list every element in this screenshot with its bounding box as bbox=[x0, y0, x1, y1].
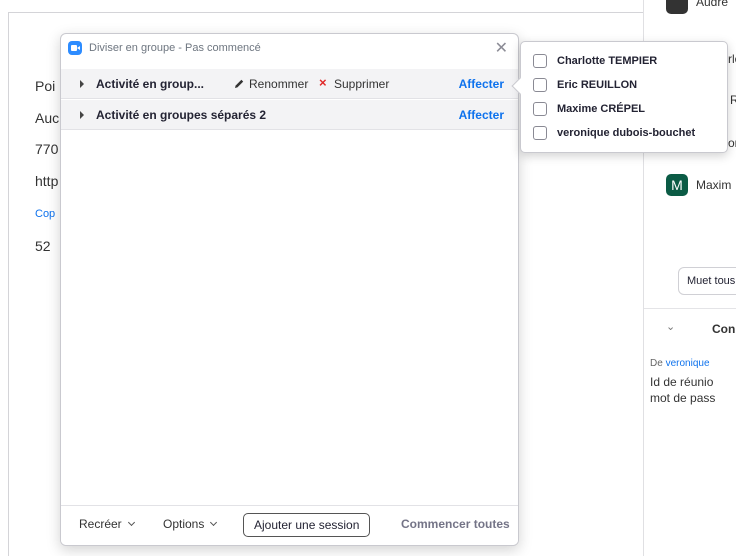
participant-checkbox-item[interactable]: veronique dubois-bouchet bbox=[533, 123, 695, 143]
chat-from-label: De veronique bbox=[650, 358, 710, 369]
participant-name: Eric REUILLON bbox=[557, 79, 638, 91]
assign-button[interactable]: Affecter bbox=[459, 108, 504, 122]
participant-name: rlo bbox=[728, 52, 736, 66]
participant-name: Maxim bbox=[696, 178, 732, 192]
bg-text-line: Poi bbox=[35, 78, 56, 94]
dialog-titlebar[interactable]: Diviser en groupe - Pas commencé ✕ bbox=[61, 34, 518, 64]
room-name: Activité en groupes séparés 2 bbox=[96, 108, 267, 122]
delete-x-icon[interactable]: × bbox=[319, 75, 327, 90]
breakout-rooms-dialog: Diviser en groupe - Pas commencé ✕ Activ… bbox=[60, 33, 519, 546]
zoom-app-icon bbox=[68, 41, 82, 55]
checkbox[interactable] bbox=[533, 78, 547, 92]
expand-caret-icon[interactable] bbox=[80, 111, 84, 119]
from-prefix: De bbox=[650, 358, 663, 369]
participant-checkbox-item[interactable]: Eric REUILLON bbox=[533, 75, 637, 95]
bg-text-line: Auc bbox=[35, 110, 60, 126]
room-name: Activité en group... bbox=[96, 77, 205, 91]
avatar: M bbox=[666, 174, 688, 196]
assign-participants-popup: Charlotte TEMPIER Eric REUILLON Maxime C… bbox=[511, 41, 728, 153]
participant-name: veronique dubois-bouchet bbox=[557, 127, 696, 139]
checkbox[interactable] bbox=[533, 54, 547, 68]
recreate-label: Recréer bbox=[79, 517, 122, 531]
pencil-icon[interactable] bbox=[233, 78, 245, 90]
from-name[interactable]: veronique bbox=[666, 358, 710, 369]
chevron-down-icon[interactable]: ⌄ bbox=[666, 320, 675, 333]
chat-header: Con bbox=[712, 322, 736, 336]
bg-copy-link[interactable]: Cop bbox=[35, 208, 55, 220]
chat-message-line: mot de pass bbox=[650, 391, 716, 405]
participant-name: Audre bbox=[696, 0, 729, 9]
checkbox[interactable] bbox=[533, 126, 547, 140]
options-label: Options bbox=[163, 517, 205, 531]
expand-caret-icon[interactable] bbox=[80, 80, 84, 88]
close-icon[interactable]: ✕ bbox=[495, 38, 508, 58]
participant-name: R bbox=[730, 93, 736, 107]
room-row[interactable]: Activité en groupes séparés 2 Affecter bbox=[61, 100, 518, 130]
participant-name: on bbox=[728, 136, 736, 150]
rename-button[interactable]: Renommer bbox=[249, 77, 308, 91]
checkbox[interactable] bbox=[533, 102, 547, 116]
participant-name: Charlotte TEMPIER bbox=[557, 55, 658, 67]
delete-button[interactable]: Supprimer bbox=[334, 77, 389, 91]
chevron-down-icon bbox=[210, 518, 218, 527]
participant-checkbox-item[interactable]: Charlotte TEMPIER bbox=[533, 51, 657, 71]
bg-text-line: http bbox=[35, 173, 59, 189]
participant-name: Maxime CRÉPEL bbox=[557, 103, 646, 115]
chevron-down-icon bbox=[127, 518, 135, 527]
bg-text-line: 770 bbox=[35, 141, 59, 157]
options-dropdown[interactable]: Options bbox=[163, 517, 218, 531]
room-row[interactable]: Activité en group... Renommer × Supprime… bbox=[61, 69, 518, 99]
bg-text-line: 52 bbox=[35, 238, 51, 254]
participant-checkbox-item[interactable]: Maxime CRÉPEL bbox=[533, 99, 645, 119]
recreate-dropdown[interactable]: Recréer bbox=[79, 517, 135, 531]
avatar bbox=[666, 0, 688, 14]
dialog-footer: Recréer Options Ajouter une session Comm… bbox=[61, 505, 518, 545]
mute-all-button[interactable]: Muet tous bbox=[678, 267, 736, 295]
chat-message-line: Id de réunio bbox=[650, 375, 714, 389]
start-all-button[interactable]: Commencer toutes bbox=[401, 517, 510, 531]
assign-button[interactable]: Affecter bbox=[459, 77, 504, 91]
divider bbox=[644, 308, 736, 309]
add-session-button[interactable]: Ajouter une session bbox=[243, 513, 371, 537]
dialog-title: Diviser en groupe - Pas commencé bbox=[89, 42, 261, 54]
